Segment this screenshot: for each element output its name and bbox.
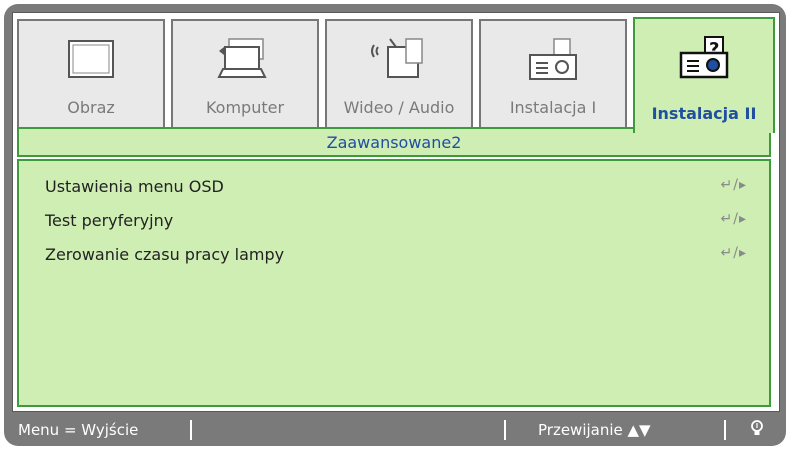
tv-antenna-icon [364, 35, 434, 89]
projector-help-icon: ? [669, 33, 739, 87]
osd-window: Obraz Komputer Wideo / Audio Instalacja … [12, 12, 780, 412]
tab-label: Instalacja II [651, 104, 757, 123]
enter-arrow-icon: ↵/▸ [720, 177, 747, 193]
menu-item-label: Ustawienia menu OSD [45, 177, 224, 196]
footer-bar: Menu = Wyjście Przewijanie ▲▼ [12, 416, 778, 444]
tab-instalacja-ii[interactable]: ? Instalacja II [633, 17, 775, 133]
osd-frame: Obraz Komputer Wideo / Audio Instalacja … [4, 4, 786, 446]
enter-arrow-icon: ↵/▸ [720, 211, 747, 227]
tab-obraz[interactable]: Obraz [17, 19, 165, 129]
laptop-icon [215, 35, 275, 89]
monitor-icon [61, 35, 121, 89]
menu-item-label: Test peryferyjny [45, 211, 174, 230]
tab-label: Komputer [205, 98, 285, 117]
tab-label: Obraz [67, 98, 115, 117]
menu-panel: Ustawienia menu OSD ↵/▸ Test peryferyjny… [17, 159, 771, 407]
footer-divider [504, 420, 506, 440]
enter-arrow-icon: ↵/▸ [720, 245, 747, 261]
menu-item-label: Zerowanie czasu pracy lampy [45, 245, 285, 264]
exit-hint: Menu = Wyjście [18, 421, 139, 439]
tab-label: Wideo / Audio [343, 98, 455, 117]
scroll-hint: Przewijanie ▲▼ [538, 421, 651, 439]
menu-item-osd-settings[interactable]: Ustawienia menu OSD ↵/▸ [41, 173, 747, 201]
projector-icon [518, 35, 588, 89]
menu-item-peripheral-test[interactable]: Test peryferyjny ↵/▸ [41, 207, 747, 235]
lightbulb-icon [750, 419, 764, 443]
tab-wideo-audio[interactable]: Wideo / Audio [325, 19, 473, 129]
menu-item-lamp-hours-reset[interactable]: Zerowanie czasu pracy lampy ↵/▸ [41, 241, 747, 269]
footer-divider [724, 420, 726, 440]
tab-instalacja-i[interactable]: Instalacja I [479, 19, 627, 129]
section-title: Zaawansowane2 [326, 133, 462, 152]
tab-komputer[interactable]: Komputer [171, 19, 319, 129]
tab-label: Instalacja I [509, 98, 597, 117]
footer-divider [190, 420, 192, 440]
